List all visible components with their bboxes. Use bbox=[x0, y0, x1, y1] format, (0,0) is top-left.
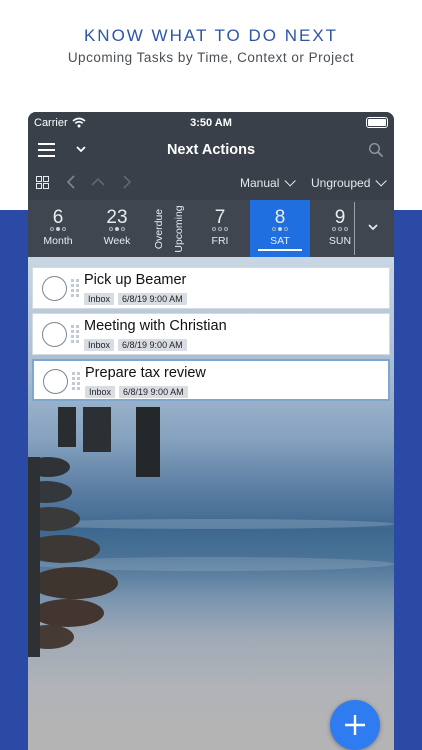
upcoming-tab[interactable]: Upcoming bbox=[171, 204, 187, 254]
task-context-badge: Inbox bbox=[84, 293, 115, 305]
chevron-up-icon[interactable] bbox=[91, 174, 105, 190]
status-bar: Carrier 3:50 AM bbox=[28, 112, 394, 134]
day-number: 8 bbox=[274, 207, 286, 228]
day-sat[interactable]: 8 SAT bbox=[250, 200, 310, 257]
task-list-area: Pick up Beamer Inbox 6/8/19 9:00 AM Meeti… bbox=[28, 257, 394, 750]
day-number: 9 bbox=[334, 207, 346, 228]
page-title: Next Actions bbox=[166, 142, 256, 158]
chevron-down-icon bbox=[284, 175, 297, 187]
task-context-badge: Inbox bbox=[85, 386, 116, 398]
day-label: SUN bbox=[328, 235, 352, 247]
task-date-badge: 6/8/19 9:00 AM bbox=[118, 293, 187, 305]
toolbar: Manual Ungrouped bbox=[28, 166, 394, 200]
promo-subtitle: Upcoming Tasks by Time, Context or Proje… bbox=[67, 50, 355, 65]
month-label: Month bbox=[43, 235, 73, 247]
dots-indicator bbox=[34, 227, 82, 233]
plus-icon bbox=[345, 715, 365, 735]
dots-indicator bbox=[250, 227, 310, 233]
date-month[interactable]: 6 Month bbox=[34, 200, 82, 257]
promo-title: KNOW WHAT TO DO NEXT bbox=[83, 26, 339, 45]
sort-selector-label: Manual bbox=[240, 176, 280, 190]
group-selector[interactable]: Ungrouped bbox=[311, 175, 388, 190]
day-label: FRI bbox=[211, 235, 229, 247]
task-meta: Inbox 6/8/19 9:00 AM bbox=[84, 339, 191, 351]
task-checkbox[interactable] bbox=[42, 322, 67, 347]
day-fri[interactable]: 7 FRI bbox=[196, 200, 244, 257]
app-screen: Carrier 3:50 AM Next Actions Manual Ungr… bbox=[28, 112, 394, 750]
promo-header: KNOW WHAT TO DO NEXT Upcoming Tasks by T… bbox=[0, 0, 422, 110]
task-meta: Inbox 6/8/19 9:00 AM bbox=[84, 293, 191, 305]
task-item[interactable]: Pick up Beamer Inbox 6/8/19 9:00 AM bbox=[32, 267, 390, 309]
week-label: Week bbox=[103, 235, 131, 247]
date-strip: 6 Month 23 Week Overdue Upcoming 7 FRI 8… bbox=[28, 200, 394, 257]
dots-indicator bbox=[92, 227, 142, 233]
date-week[interactable]: 23 Week bbox=[92, 200, 142, 257]
dots-indicator bbox=[316, 227, 364, 233]
drag-handle-icon[interactable] bbox=[72, 369, 80, 394]
task-checkbox[interactable] bbox=[42, 276, 67, 301]
chevron-right-icon[interactable] bbox=[120, 174, 134, 190]
task-checkbox[interactable] bbox=[43, 369, 68, 394]
selected-underline bbox=[258, 249, 302, 251]
day-label: SAT bbox=[270, 235, 290, 247]
overdue-tab[interactable]: Overdue bbox=[151, 204, 167, 254]
overdue-label: Overdue bbox=[153, 208, 165, 250]
day-number: 7 bbox=[214, 207, 226, 228]
strip-divider bbox=[354, 202, 355, 255]
task-title: Prepare tax review bbox=[85, 365, 206, 381]
group-selector-label: Ungrouped bbox=[311, 176, 371, 190]
grid-icon[interactable] bbox=[36, 176, 49, 189]
add-task-button[interactable] bbox=[330, 700, 380, 750]
search-icon[interactable] bbox=[368, 142, 384, 158]
task-title: Pick up Beamer bbox=[84, 272, 187, 288]
chevron-left-icon[interactable] bbox=[64, 174, 78, 190]
month-number: 6 bbox=[52, 207, 64, 228]
drag-handle-icon[interactable] bbox=[71, 276, 79, 301]
nav-bar: Next Actions bbox=[28, 134, 394, 166]
dots-indicator bbox=[196, 227, 244, 233]
week-number: 23 bbox=[106, 207, 128, 228]
drag-handle-icon[interactable] bbox=[71, 322, 79, 347]
task-meta: Inbox 6/8/19 9:00 AM bbox=[85, 386, 192, 398]
task-item[interactable]: Meeting with Christian Inbox 6/8/19 9:00 … bbox=[32, 313, 390, 355]
task-item-selected[interactable]: Prepare tax review Inbox 6/8/19 9:00 AM bbox=[32, 359, 390, 401]
task-date-badge: 6/8/19 9:00 AM bbox=[119, 386, 188, 398]
task-context-badge: Inbox bbox=[84, 339, 115, 351]
chevron-down-icon bbox=[375, 175, 388, 187]
task-date-badge: 6/8/19 9:00 AM bbox=[118, 339, 187, 351]
chevron-down-icon[interactable] bbox=[366, 220, 380, 234]
battery-icon bbox=[366, 117, 388, 128]
task-title: Meeting with Christian bbox=[84, 318, 227, 334]
upcoming-label: Upcoming bbox=[173, 205, 185, 253]
sort-selector[interactable]: Manual bbox=[240, 175, 297, 190]
day-sun[interactable]: 9 SUN bbox=[316, 200, 364, 257]
status-time: 3:50 AM bbox=[190, 117, 232, 129]
